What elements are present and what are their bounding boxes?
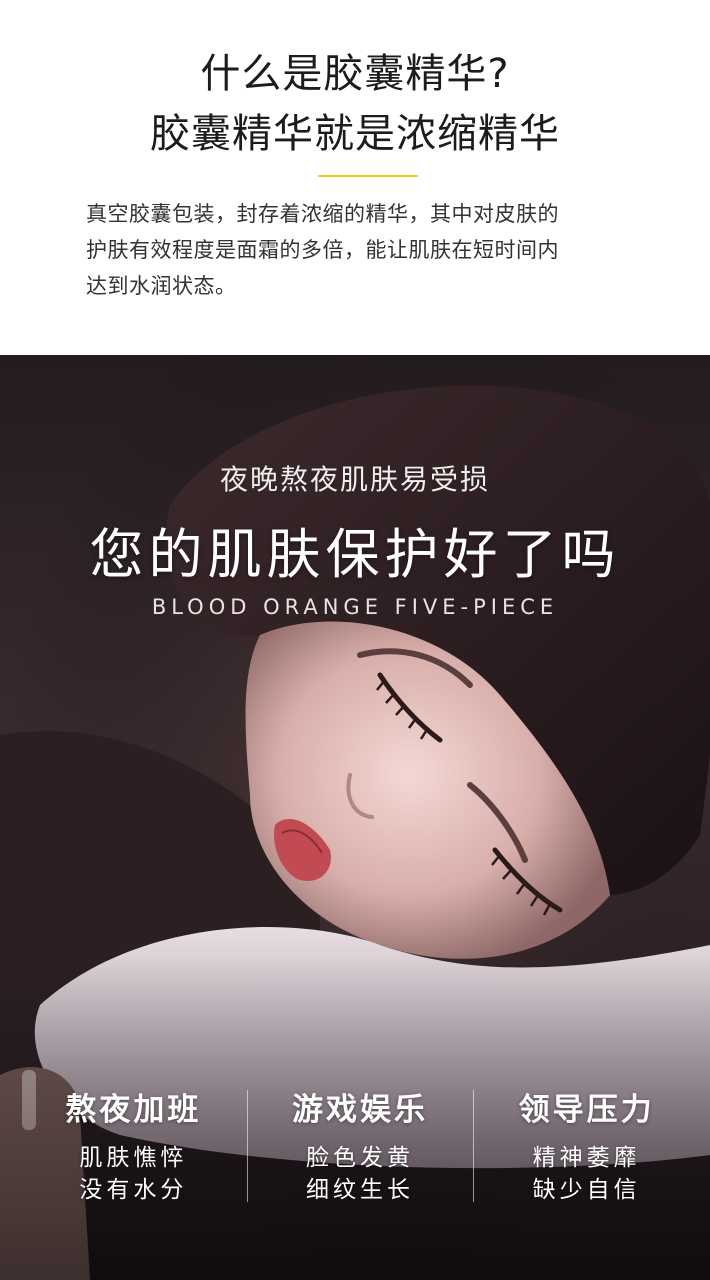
feature-title: 领导压力 [518, 1092, 655, 1128]
feature-text: 脸色发黄 [306, 1145, 414, 1171]
intro-paragraph: 真空胶囊包装，封存着浓缩的精华，其中对皮肤的 护肤有效程度是面霜的多倍，能让肌肤… [86, 196, 634, 304]
feature-item: 游戏娱乐 脸色发黄 细纹生长 [246, 1090, 474, 1210]
feature-text: 肌肤憔悴 [79, 1145, 188, 1171]
hero-tagline: BLOOD ORANGE FIVE-PIECE [151, 595, 559, 619]
feature-item: 领导压力 精神萎靡 缺少自信 [473, 1090, 700, 1210]
intro-line: 达到水润状态。 [86, 274, 237, 298]
feature-title: 游戏娱乐 [292, 1092, 428, 1128]
hero-heading: 您的肌肤保护好了吗 [89, 523, 621, 586]
intro-line: 真空胶囊包装，封存着浓缩的精华，其中对皮肤的 [86, 202, 559, 226]
feature-title: 熬夜加班 [65, 1092, 202, 1128]
product-page: 什么是胶囊精华? 胶囊精华就是浓缩精华 真空胶囊包装，封存着浓缩的精华，其中对皮… [0, 0, 710, 1280]
page-title: 什么是胶囊精华? [200, 51, 510, 97]
hero-subheading: 夜晚熬夜肌肤易受损 [219, 463, 490, 496]
feature-text: 细纹生长 [306, 1177, 414, 1203]
feature-list: 熬夜加班 肌肤憔悴 没有水分 游戏娱乐 脸色发黄 细纹生长 领导压力 精神萎靡 … [20, 1090, 700, 1210]
intro-section: 什么是胶囊精华? 胶囊精华就是浓缩精华 真空胶囊包装，封存着浓缩的精华，其中对皮… [0, 0, 710, 355]
feature-item: 熬夜加班 肌肤憔悴 没有水分 [20, 1090, 247, 1210]
hero-banner: 夜晚熬夜肌肤易受损 您的肌肤保护好了吗 BLOOD ORANGE FIVE-PI… [0, 355, 710, 1280]
feature-text: 没有水分 [79, 1177, 188, 1203]
accent-divider [318, 175, 418, 177]
page-subtitle: 胶囊精华就是浓缩精华 [150, 111, 560, 157]
intro-line: 护肤有效程度是面霜的多倍，能让肌肤在短时间内 [86, 238, 559, 262]
feature-text: 缺少自信 [532, 1177, 641, 1203]
feature-text: 精神萎靡 [532, 1145, 641, 1171]
